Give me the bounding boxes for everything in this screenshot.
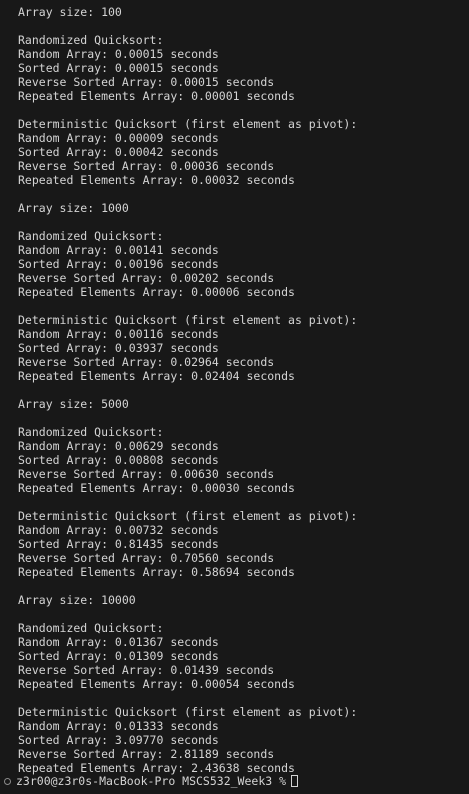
terminal-cursor-icon[interactable] (291, 775, 299, 787)
output-line: Repeated Elements Array: 0.00006 seconds (18, 285, 295, 299)
output-line: Repeated Elements Array: 0.00030 seconds (18, 481, 295, 495)
output-line: Repeated Elements Array: 0.00054 seconds (18, 677, 295, 691)
output-line: Reverse Sorted Array: 0.00630 seconds (18, 467, 275, 481)
output-line: Array size: 100 (18, 5, 122, 19)
output-line: Reverse Sorted Array: 0.02964 seconds (18, 355, 275, 369)
output-line: Repeated Elements Array: 0.00032 seconds (18, 173, 295, 187)
terminal-lines: Array size: 100 Randomized Quicksort: Rand… (18, 5, 469, 775)
output-line: Repeated Elements Array: 2.43638 seconds (18, 761, 295, 775)
output-line: Deterministic Quicksort (first element a… (18, 117, 358, 131)
output-line: Random Array: 0.00629 seconds (18, 439, 219, 453)
output-line: Array size: 5000 (18, 397, 129, 411)
output-line: Random Array: 0.00116 seconds (18, 327, 219, 341)
output-line: Array size: 10000 (18, 593, 136, 607)
output-line: Sorted Array: 0.00808 seconds (18, 453, 219, 467)
output-line: Deterministic Quicksort (first element a… (18, 705, 358, 719)
output-line: Randomized Quicksort: (18, 621, 164, 635)
output-line: Deterministic Quicksort (first element a… (18, 313, 358, 327)
terminal-output[interactable]: Array size: 100 Randomized Quicksort: Rand… (0, 0, 469, 794)
output-line: Deterministic Quicksort (first element a… (18, 509, 358, 523)
output-line: Random Array: 0.00015 seconds (18, 47, 219, 61)
output-line: Repeated Elements Array: 0.58694 seconds (18, 565, 295, 579)
output-line: Reverse Sorted Array: 0.00015 seconds (18, 75, 275, 89)
output-line: Randomized Quicksort: (18, 229, 164, 243)
output-line: Repeated Elements Array: 0.02404 seconds (18, 369, 295, 383)
terminal-prompt-row[interactable]: z3r00@z3r0s-MacBook-Pro MSCS532_Week3 % (4, 774, 299, 788)
output-line: Array size: 1000 (18, 201, 129, 215)
output-line: Randomized Quicksort: (18, 425, 164, 439)
output-line: Random Array: 0.01367 seconds (18, 635, 219, 649)
output-line: Reverse Sorted Array: 0.70560 seconds (18, 551, 275, 565)
output-line: Sorted Array: 0.01309 seconds (18, 649, 219, 663)
output-line: Sorted Array: 0.81435 seconds (18, 537, 219, 551)
terminal-prompt: z3r00@z3r0s-MacBook-Pro MSCS532_Week3 % (16, 774, 287, 788)
output-line: Sorted Array: 3.09770 seconds (18, 733, 219, 747)
output-line: Sorted Array: 0.00015 seconds (18, 61, 219, 75)
output-line: Reverse Sorted Array: 0.00036 seconds (18, 159, 275, 173)
output-line: Random Array: 0.00009 seconds (18, 131, 219, 145)
output-line: Randomized Quicksort: (18, 33, 164, 47)
output-line: Reverse Sorted Array: 0.01439 seconds (18, 663, 275, 677)
output-line: Sorted Array: 0.03937 seconds (18, 341, 219, 355)
output-line: Random Array: 0.00141 seconds (18, 243, 219, 257)
output-line: Random Array: 0.01333 seconds (18, 719, 219, 733)
output-line: Sorted Array: 0.00042 seconds (18, 145, 219, 159)
output-line: Random Array: 0.00732 seconds (18, 523, 219, 537)
output-line: Reverse Sorted Array: 0.00202 seconds (18, 271, 275, 285)
prompt-status-circle-icon (4, 777, 11, 785)
output-line: Reverse Sorted Array: 2.81189 seconds (18, 747, 275, 761)
output-line: Repeated Elements Array: 0.00001 seconds (18, 89, 295, 103)
output-line: Sorted Array: 0.00196 seconds (18, 257, 219, 271)
